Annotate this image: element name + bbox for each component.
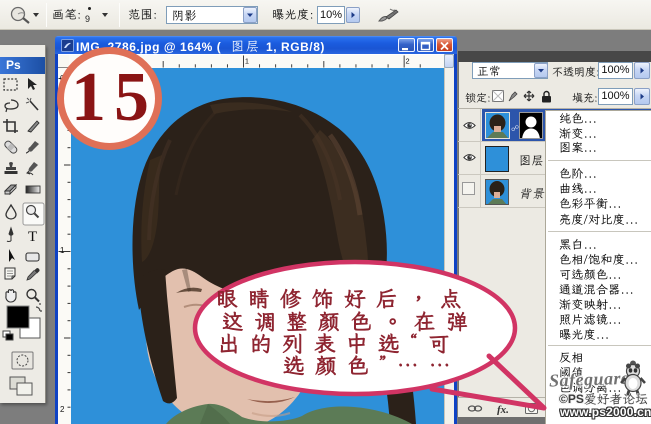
svg-text:T: T (28, 229, 37, 245)
svg-text:2: 2 (406, 56, 410, 65)
svg-text:2: 2 (60, 405, 65, 414)
svg-text:1: 1 (245, 56, 249, 65)
svg-text:1: 1 (60, 246, 65, 255)
svg-text:fx.: fx. (497, 404, 509, 415)
